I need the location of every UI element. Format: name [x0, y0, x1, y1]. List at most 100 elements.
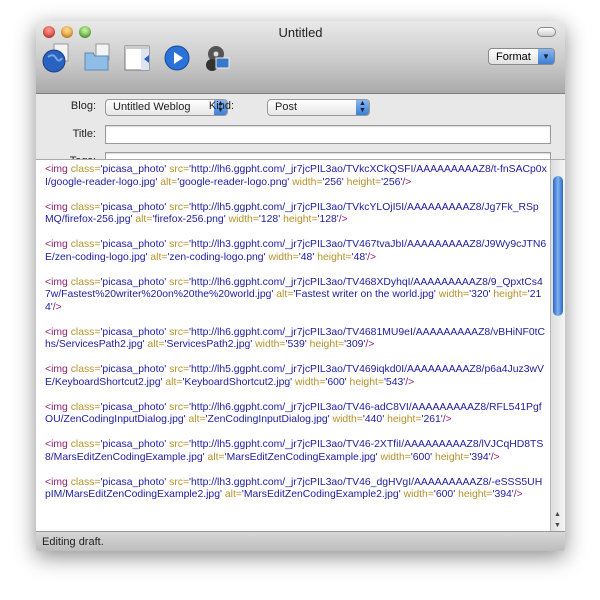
play-icon[interactable]: [162, 43, 192, 73]
html-tag-token: <img: [45, 201, 71, 213]
html-attr-token: height=: [458, 489, 493, 500]
html-tag-token: />: [442, 414, 452, 425]
img-tag-line: <img class='picasa_photo' src='http://lh…: [45, 164, 547, 189]
html-attr-token: class=: [70, 239, 101, 250]
html-val-token: 'picasa_photo': [100, 401, 170, 413]
html-attr-token: src=: [169, 401, 190, 413]
img-tag-line: <img class='picasa_photo' src='http://lh…: [45, 477, 547, 502]
html-val-token: 'firefox-256.png': [152, 214, 229, 225]
html-attr-token: src=: [169, 239, 190, 250]
html-tag-token: />: [338, 214, 348, 225]
html-attr-token: alt=: [224, 489, 242, 500]
html-attr-token: width=: [295, 376, 326, 388]
html-attr-token: alt=: [188, 414, 206, 425]
scroll-up-arrow-icon[interactable]: ▲: [554, 511, 561, 518]
html-attr-token: src=: [169, 201, 190, 213]
html-val-token: '600': [433, 489, 459, 500]
html-attr-token: class=: [70, 164, 101, 175]
html-val-token: 'MarsEditZenCodingExample2.jpg': [241, 489, 404, 500]
html-val-token: 'ZenCodingInputDialog.jpg': [205, 414, 333, 425]
html-attr-token: class=: [70, 201, 101, 213]
html-attr-token: width=: [268, 251, 299, 263]
html-tag-token: <img: [45, 164, 71, 175]
html-attr-token: class=: [70, 401, 101, 413]
html-val-token: 'picasa_photo': [100, 239, 170, 250]
html-val-token: '320': [469, 289, 494, 300]
html-attr-token: class=: [70, 276, 101, 288]
html-val-token: 'MarsEditZenCodingExample.jpg': [224, 451, 381, 463]
html-val-token: '600': [325, 376, 350, 388]
html-attr-token: height=: [387, 414, 422, 425]
html-val-token: 'picasa_photo': [100, 364, 170, 375]
html-val-token: 'picasa_photo': [100, 276, 170, 288]
html-val-token: '261': [421, 414, 443, 425]
media-browser-icon[interactable]: [202, 43, 232, 73]
vertical-scrollbar[interactable]: ▲ ▼: [550, 160, 565, 532]
html-attr-token: height=: [317, 251, 352, 263]
updown-arrows-icon: ▲ ▼: [356, 100, 369, 115]
html-val-token: '309': [344, 339, 366, 350]
html-val-token: '48': [351, 251, 368, 263]
editor-text[interactable]: <img class='picasa_photo' src='http://lh…: [45, 164, 547, 514]
html-attr-token: alt=: [165, 376, 183, 388]
html-tag-token: />: [52, 301, 62, 313]
html-attr-token: alt=: [147, 339, 165, 350]
chevron-down-icon: ▼: [538, 49, 554, 64]
html-attr-token: height=: [283, 214, 318, 225]
html-attr-token: class=: [70, 364, 101, 375]
html-val-token: '256': [322, 176, 347, 188]
html-attr-token: alt=: [207, 451, 225, 463]
kind-select[interactable]: Post ▲ ▼: [267, 99, 370, 116]
html-tag-token: />: [490, 451, 500, 463]
html-val-token: '128': [317, 214, 339, 225]
html-tag-token: <img: [45, 326, 71, 338]
img-tag-line: <img class='picasa_photo' src='http://lh…: [45, 439, 547, 464]
html-val-token: 'google-reader-logo.png': [177, 176, 293, 188]
html-attr-token: class=: [70, 476, 101, 488]
html-val-token: 'zen-coding-logo.png': [167, 251, 269, 263]
html-val-token: 'picasa_photo': [100, 476, 170, 488]
body-editor[interactable]: <img class='picasa_photo' src='http://lh…: [36, 159, 565, 532]
html-tag-token: <img: [45, 439, 71, 450]
html-attr-token: alt=: [150, 251, 168, 263]
html-tag-token: />: [402, 176, 412, 188]
html-attr-token: class=: [70, 326, 101, 338]
kind-label: Kind:: [208, 100, 234, 112]
html-val-token: 'picasa_photo': [100, 439, 170, 450]
html-attr-token: width=: [228, 214, 259, 225]
format-menu-button[interactable]: Format ▼: [488, 48, 555, 65]
html-attr-token: class=: [70, 439, 101, 450]
html-val-token: 'picasa_photo': [100, 326, 170, 338]
html-attr-token: width=: [292, 176, 323, 188]
toolbar-toggle-button[interactable]: [537, 27, 556, 37]
html-attr-token: alt=: [160, 176, 178, 188]
html-val-token: '394': [469, 451, 491, 463]
scroll-down-arrow-icon[interactable]: ▼: [554, 522, 561, 529]
title-input[interactable]: [105, 125, 551, 144]
html-val-token: '48': [298, 251, 318, 263]
html-tag-token: <img: [45, 364, 71, 375]
scrollbar-thumb[interactable]: [553, 176, 563, 316]
status-text: Editing draft.: [42, 536, 104, 548]
html-val-token: '128': [258, 214, 284, 225]
preview-pane-icon[interactable]: [122, 43, 152, 73]
send-to-blog-icon[interactable]: [42, 43, 72, 73]
html-tag-token: />: [365, 339, 375, 350]
html-val-token: '539': [285, 339, 310, 350]
html-val-token: 'ServicesPath2.jpg': [164, 339, 256, 350]
html-attr-token: src=: [169, 439, 190, 450]
html-tag-token: />: [405, 376, 415, 388]
html-attr-token: height=: [309, 339, 345, 350]
html-val-token: '543': [383, 376, 406, 388]
format-label: Format: [496, 51, 531, 63]
html-tag-token: />: [367, 251, 377, 263]
media-folder-icon[interactable]: [82, 43, 112, 73]
html-tag-token: <img: [45, 476, 71, 488]
img-tag-line: <img class='picasa_photo' src='http://lh…: [45, 327, 547, 352]
html-val-token: '394': [492, 489, 514, 500]
html-attr-token: width=: [403, 489, 434, 500]
editor-window: Untitled Format ▼ Blog: Untitled Weblog ▲ ▼…: [36, 21, 565, 551]
blog-label: Blog:: [70, 100, 96, 112]
title-label: Title:: [72, 128, 96, 140]
img-tag-line: <img class='picasa_photo' src='http://lh…: [45, 364, 547, 389]
